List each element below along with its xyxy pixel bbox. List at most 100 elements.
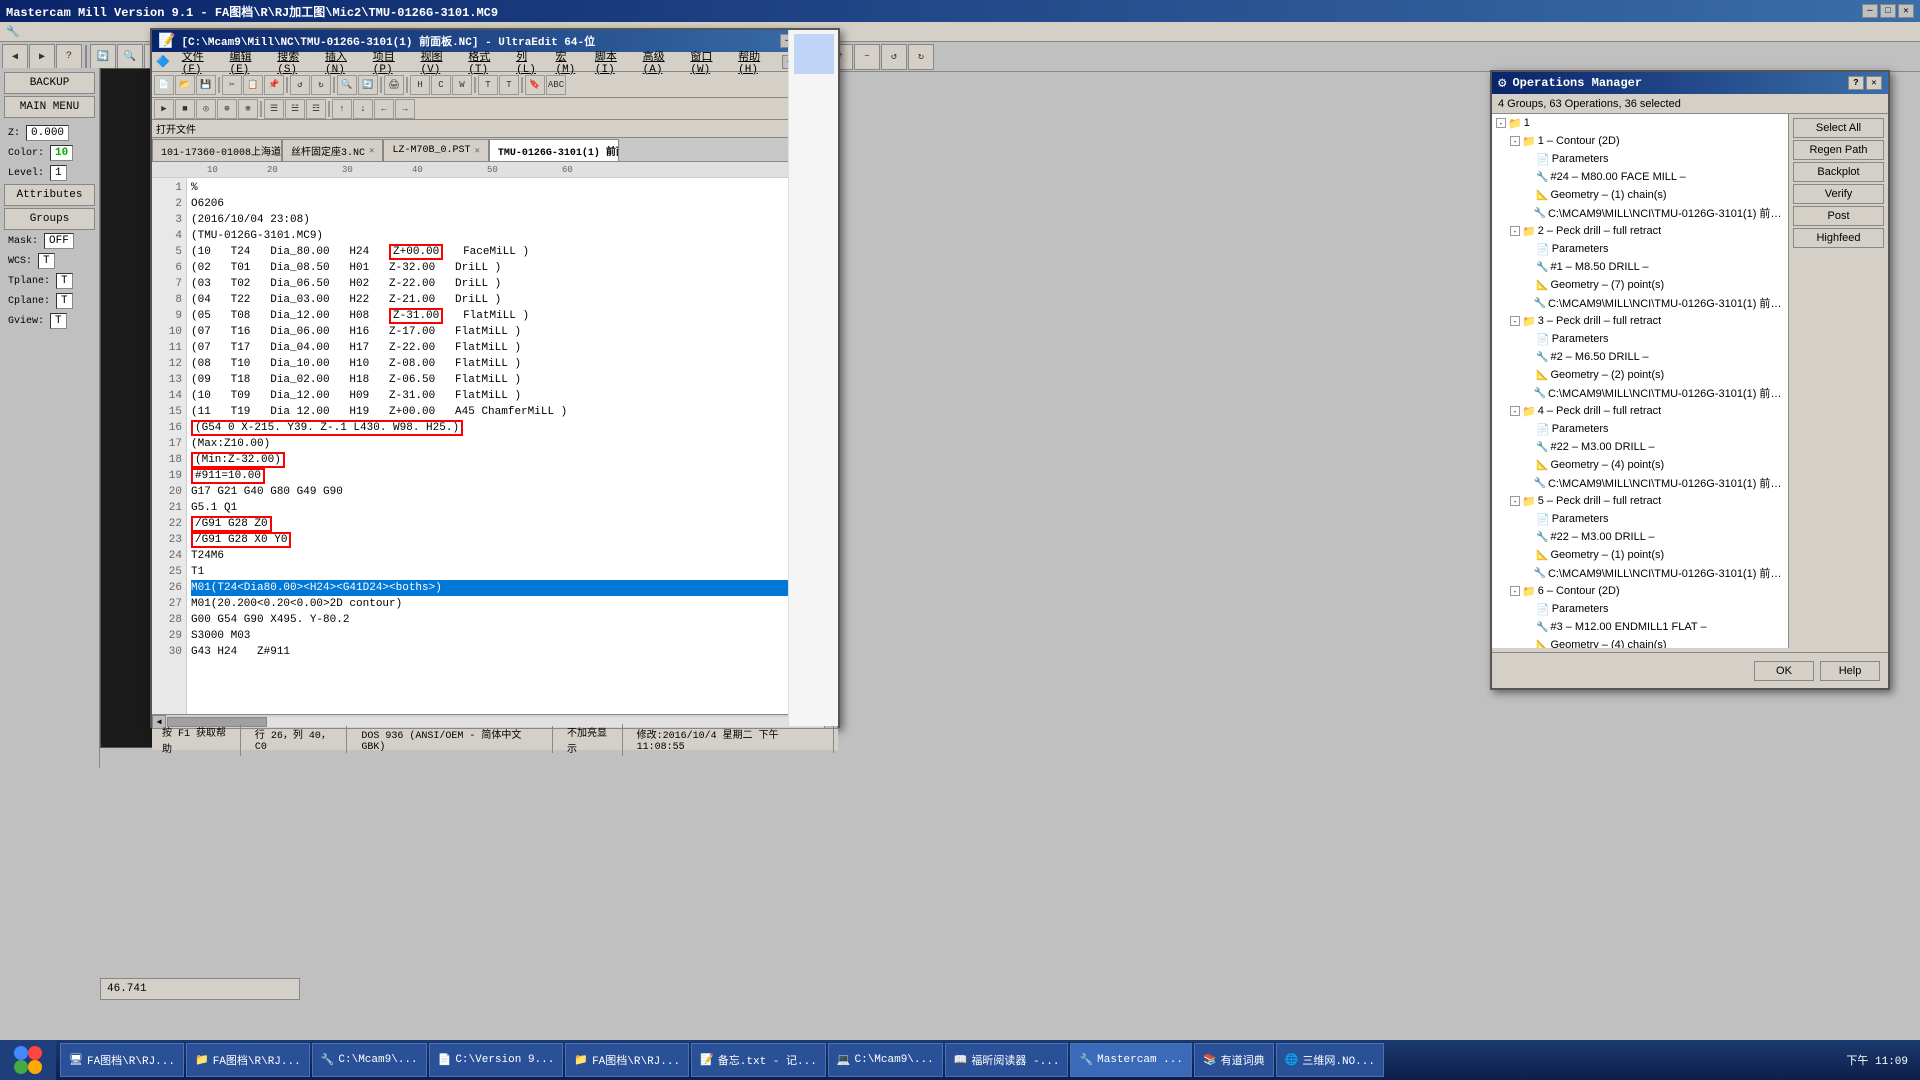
- ue-menu-script[interactable]: 脚本(I): [587, 46, 635, 78]
- ue-undo[interactable]: ↺: [290, 75, 310, 95]
- tree-item[interactable]: -📁1 – Contour (2D): [1492, 132, 1788, 150]
- minimize-btn[interactable]: ─: [1862, 4, 1878, 18]
- taskbar-item-9[interactable]: 📚 有道词典: [1194, 1043, 1274, 1077]
- ue-t11[interactable]: ←: [374, 99, 394, 119]
- backup-btn[interactable]: BACKUP: [4, 72, 95, 94]
- ue-save[interactable]: 💾: [196, 75, 216, 95]
- ue-bookmarks[interactable]: 🔖: [525, 75, 545, 95]
- tool30[interactable]: ↻: [908, 44, 934, 70]
- taskbar-item-6[interactable]: 💻 C:\Mcam9\...: [828, 1043, 943, 1077]
- ops-tree[interactable]: -📁1-📁1 – Contour (2D)📄Parameters🔧#24 – M…: [1492, 114, 1788, 648]
- taskbar-item-7[interactable]: 📖 福昕阅读器 -...: [945, 1043, 1069, 1077]
- tree-item[interactable]: 📄Parameters: [1492, 240, 1788, 258]
- tab-tmu[interactable]: TMU-0126G-3101(1) 前面板.NC ✕: [489, 139, 619, 161]
- tree-item[interactable]: 📐Geometry – (1) chain(s): [1492, 186, 1788, 204]
- help-btn[interactable]: ?: [56, 44, 82, 70]
- tree-item[interactable]: 🔧C:\MCAM9\MILL\NCI\TMU-0126G-3101(1) 前面板…: [1492, 294, 1788, 312]
- tree-item[interactable]: 📐Geometry – (7) point(s): [1492, 276, 1788, 294]
- tree-item[interactable]: -📁3 – Peck drill – full retract: [1492, 312, 1788, 330]
- tool28[interactable]: –: [854, 44, 880, 70]
- taskbar-item-10[interactable]: 🌐 三维网.NO...: [1276, 1043, 1384, 1077]
- tree-item[interactable]: 📄Parameters: [1492, 150, 1788, 168]
- tree-item[interactable]: 🔧#24 – M80.00 FACE MILL –: [1492, 168, 1788, 186]
- maximize-btn[interactable]: □: [1880, 4, 1896, 18]
- tree-item[interactable]: 🔧#1 – M8.50 DRILL –: [1492, 258, 1788, 276]
- tree-item[interactable]: 📐Geometry – (1) point(s): [1492, 546, 1788, 564]
- ue-menu-edit[interactable]: 编辑(E): [221, 46, 269, 78]
- groups-btn[interactable]: Groups: [4, 208, 95, 230]
- taskbar-item-8[interactable]: 🔧 Mastercam ...: [1070, 1043, 1192, 1077]
- ue-redo[interactable]: ↻: [311, 75, 331, 95]
- tree-item[interactable]: -📁2 – Peck drill – full retract: [1492, 222, 1788, 240]
- ue-t4[interactable]: ⊕: [217, 99, 237, 119]
- tree-item[interactable]: 🔧C:\MCAM9\MILL\NCI\TMU-0126G-3101(1) 前面板…: [1492, 474, 1788, 492]
- help-footer-btn[interactable]: Help: [1820, 661, 1880, 681]
- ue-menu-search[interactable]: 搜索(S): [269, 46, 317, 78]
- tree-item[interactable]: 🔧#22 – M3.00 DRILL –: [1492, 528, 1788, 546]
- tree-item[interactable]: 🔧C:\MCAM9\MILL\NCI\TMU-0126G-3101(1) 前面板…: [1492, 204, 1788, 222]
- ue-col[interactable]: C: [431, 75, 451, 95]
- hscroll-track[interactable]: [167, 717, 823, 727]
- ue-hex[interactable]: H: [410, 75, 430, 95]
- ue-cut[interactable]: ✂: [222, 75, 242, 95]
- ue-t6[interactable]: ☰: [264, 99, 284, 119]
- select-all-btn[interactable]: Select All: [1793, 118, 1884, 138]
- ue-t7[interactable]: ☱: [285, 99, 305, 119]
- tree-item[interactable]: 🔧#2 – M6.50 DRILL –: [1492, 348, 1788, 366]
- tree-item[interactable]: 📐Geometry – (4) point(s): [1492, 456, 1788, 474]
- ops-question[interactable]: ?: [1848, 76, 1864, 90]
- ue-open[interactable]: 📂: [175, 75, 195, 95]
- tree-item[interactable]: 📄Parameters: [1492, 420, 1788, 438]
- ok-btn[interactable]: OK: [1754, 661, 1814, 681]
- ue-menu-window[interactable]: 窗口(W): [682, 46, 730, 78]
- tab-sigang-close[interactable]: ✕: [369, 146, 374, 156]
- ue-tag1[interactable]: T: [478, 75, 498, 95]
- ue-menu-insert[interactable]: 插入(N): [317, 46, 365, 78]
- tree-item[interactable]: 🔧C:\MCAM9\MILL\NCI\TMU-0126G-3101(1) 前面板…: [1492, 384, 1788, 402]
- tab-lz[interactable]: LZ-M70B_0.PST ✕: [383, 139, 488, 161]
- highfeed-btn[interactable]: Highfeed: [1793, 228, 1884, 248]
- tree-item[interactable]: 🔧C:\MCAM9\MILL\NCI\TMU-0126G-3101(1) 前面板…: [1492, 564, 1788, 582]
- close-btn[interactable]: ✕: [1898, 4, 1914, 18]
- tree-item[interactable]: -📁1: [1492, 114, 1788, 132]
- ue-t5[interactable]: ⊗: [238, 99, 258, 119]
- start-button[interactable]: [0, 1040, 56, 1080]
- ue-menu-file[interactable]: 文件(F): [174, 46, 222, 78]
- ue-t12[interactable]: →: [395, 99, 415, 119]
- ue-t1[interactable]: ▶: [154, 99, 174, 119]
- tree-item[interactable]: 🔧#22 – M3.00 DRILL –: [1492, 438, 1788, 456]
- tree-item[interactable]: -📁4 – Peck drill – full retract: [1492, 402, 1788, 420]
- ue-paste[interactable]: 📌: [264, 75, 284, 95]
- ue-spell[interactable]: ABC: [546, 75, 566, 95]
- ue-tag2[interactable]: T: [499, 75, 519, 95]
- nav-fwd-btn[interactable]: ▶: [29, 44, 55, 70]
- tree-item[interactable]: 📄Parameters: [1492, 600, 1788, 618]
- taskbar-item-2[interactable]: 🔧 C:\Mcam9\...: [312, 1043, 427, 1077]
- ue-print[interactable]: 🖨: [384, 75, 404, 95]
- taskbar-item-0[interactable]: 🖥 FA图档\R\RJ...: [60, 1043, 184, 1077]
- ue-menu-view[interactable]: 视图(V): [413, 46, 461, 78]
- taskbar-item-5[interactable]: 📝 备忘.txt - 记...: [691, 1043, 826, 1077]
- ue-menu-col[interactable]: 列(L): [508, 46, 547, 78]
- ue-t10[interactable]: ↓: [353, 99, 373, 119]
- ue-replace[interactable]: 🔄: [358, 75, 378, 95]
- post-btn[interactable]: Post: [1793, 206, 1884, 226]
- verify-btn[interactable]: Verify: [1793, 184, 1884, 204]
- code-area[interactable]: % O6206 (2016/10/04 23:08) (TMU-0126G-31…: [187, 178, 838, 714]
- ue-t3[interactable]: ◎: [196, 99, 216, 119]
- tab-sigang[interactable]: 丝杆固定座3.NC ✕: [282, 139, 383, 161]
- tool1[interactable]: 🔄: [90, 44, 116, 70]
- ue-new[interactable]: 📄: [154, 75, 174, 95]
- tree-item[interactable]: -📁5 – Peck drill – full retract: [1492, 492, 1788, 510]
- ue-menu-format[interactable]: 格式(T): [460, 46, 508, 78]
- tree-item[interactable]: -📁6 – Contour (2D): [1492, 582, 1788, 600]
- taskbar-item-3[interactable]: 📄 C:\Version 9...: [429, 1043, 564, 1077]
- taskbar-item-1[interactable]: 📁 FA图档\R\RJ...: [186, 1043, 310, 1077]
- ue-t8[interactable]: ☲: [306, 99, 326, 119]
- tree-item[interactable]: 🔧#3 – M12.00 ENDMILL1 FLAT –: [1492, 618, 1788, 636]
- regen-path-btn[interactable]: Regen Path: [1793, 140, 1884, 160]
- tab-lz-close[interactable]: ✕: [474, 146, 479, 156]
- ops-close[interactable]: ✕: [1866, 76, 1882, 90]
- ue-menu-advanced[interactable]: 高级(A): [635, 46, 683, 78]
- tree-item[interactable]: 📐Geometry – (2) point(s): [1492, 366, 1788, 384]
